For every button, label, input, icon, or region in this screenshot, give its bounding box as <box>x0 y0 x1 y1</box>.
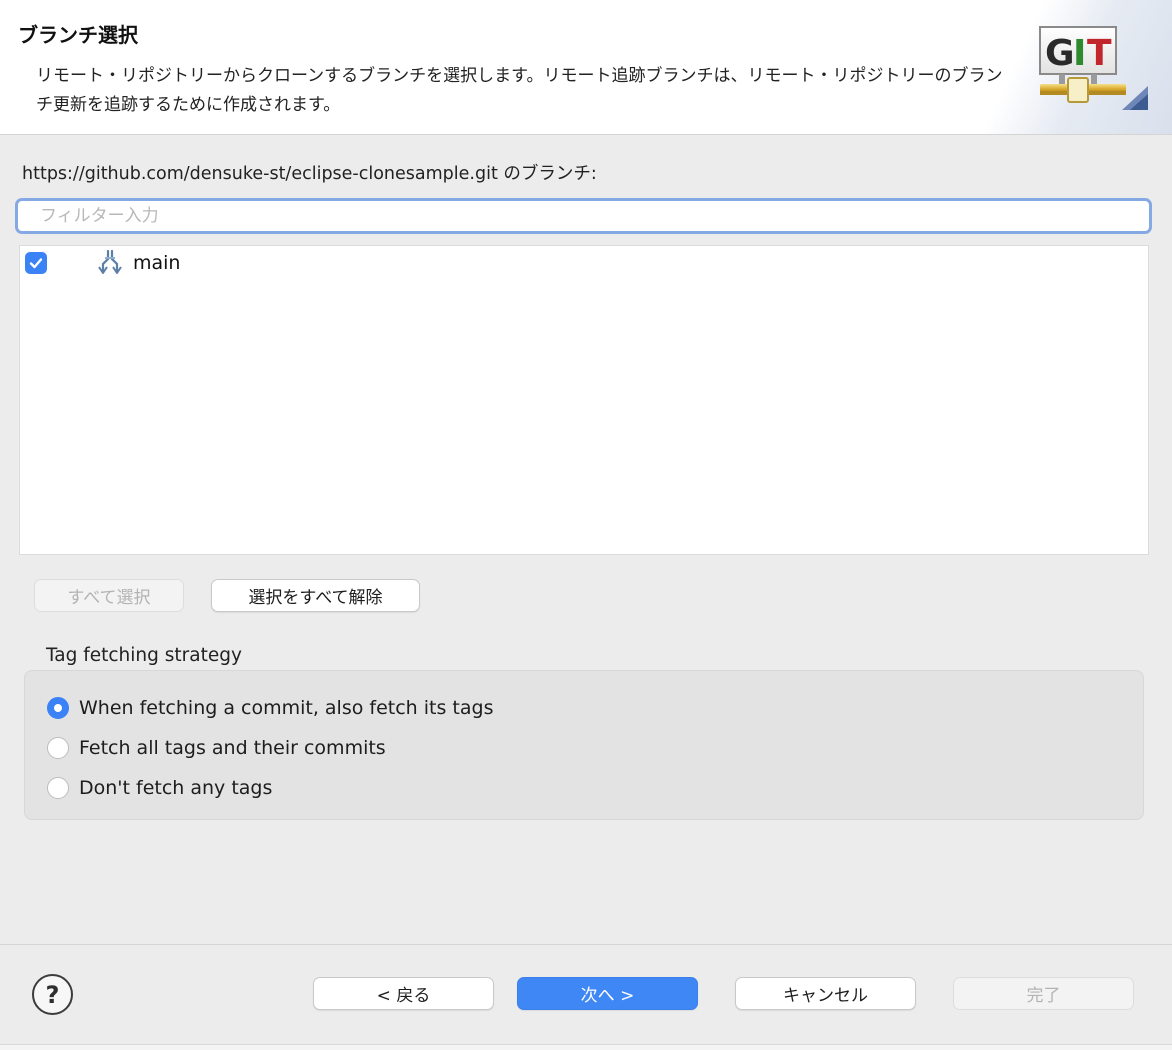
checkmark-icon <box>29 258 43 269</box>
radio-label: Don't fetch any tags <box>79 777 273 799</box>
git-logo-icon: G I T <box>1039 26 1148 110</box>
tag-option-fetch-with-commit[interactable]: When fetching a commit, also fetch its t… <box>47 694 493 722</box>
help-icon: ? <box>45 980 60 1009</box>
window-bottom-edge <box>0 1044 1172 1050</box>
select-all-button[interactable]: すべて選択 <box>34 579 184 612</box>
svg-text:G: G <box>1045 33 1075 74</box>
wizard-header: ブランチ選択 リモート・リポジトリーからクローンするブランチを選択します。リモー… <box>0 0 1172 135</box>
branch-list-label: https://github.com/densuke-st/eclipse-cl… <box>22 164 597 184</box>
finish-button[interactable]: 完了 <box>953 977 1134 1010</box>
branch-name: main <box>133 252 181 274</box>
tag-strategy-title: Tag fetching strategy <box>46 645 242 666</box>
svg-text:T: T <box>1087 33 1112 74</box>
next-button[interactable]: 次へ > <box>517 977 698 1010</box>
svg-text:I: I <box>1073 33 1086 74</box>
remote-branch-icon <box>98 249 122 274</box>
radio-label: Fetch all tags and their commits <box>79 737 386 759</box>
back-button[interactable]: < 戻る <box>313 977 494 1010</box>
page-description: リモート・リポジトリーからクローンするブランチを選択します。リモート追跡ブランチ… <box>36 66 1003 115</box>
deselect-all-button[interactable]: 選択をすべて解除 <box>211 579 420 612</box>
branch-row-main[interactable]: main <box>20 246 1148 280</box>
radio-button[interactable] <box>47 777 69 799</box>
tag-strategy-group: When fetching a commit, also fetch its t… <box>24 670 1144 820</box>
tag-option-fetch-all[interactable]: Fetch all tags and their commits <box>47 734 386 762</box>
cancel-button[interactable]: キャンセル <box>735 977 916 1010</box>
branch-list: main <box>19 245 1149 555</box>
radio-button[interactable] <box>47 697 69 719</box>
help-button[interactable]: ? <box>32 974 73 1015</box>
tag-option-fetch-none[interactable]: Don't fetch any tags <box>47 774 272 802</box>
radio-label: When fetching a commit, also fetch its t… <box>79 697 494 719</box>
branch-filter-input[interactable] <box>15 198 1152 234</box>
page-title: ブランチ選択 <box>18 23 138 47</box>
footer-divider <box>0 944 1172 945</box>
radio-button[interactable] <box>47 737 69 759</box>
branch-checkbox[interactable] <box>25 252 47 274</box>
